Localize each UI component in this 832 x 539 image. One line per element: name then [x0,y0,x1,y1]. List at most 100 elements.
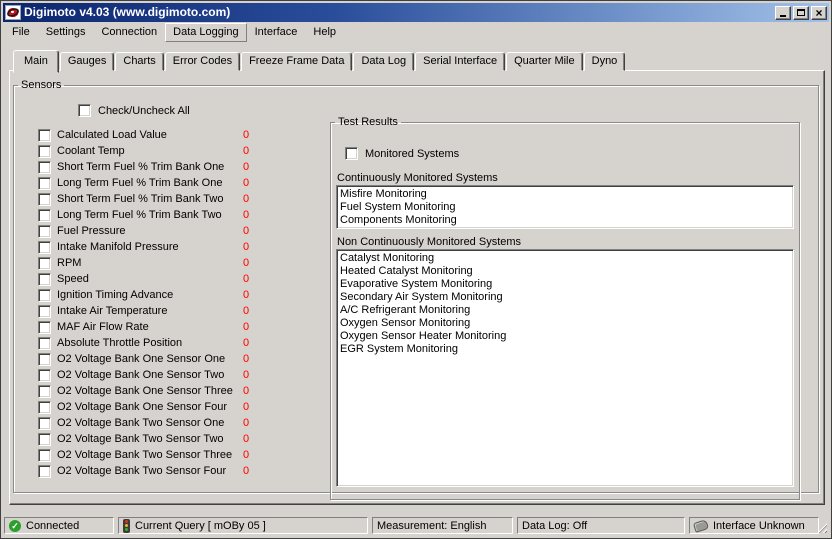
sensor-value: 0 [243,161,249,173]
tab[interactable]: Gauges [60,52,115,71]
sensor-label: Ignition Timing Advance [57,289,173,301]
sensor-checkbox[interactable] [38,209,51,222]
list-item[interactable]: A/C Refrigerant Monitoring [340,304,793,317]
current-query-panel: Current Query [ mOBy 05 ] [118,517,368,534]
tab[interactable]: Data Log [353,52,414,71]
sensor-value: 0 [243,449,249,461]
sensor-checkbox[interactable] [38,193,51,206]
sensor-label: Intake Air Temperature [57,305,167,317]
list-item[interactable]: Catalyst Monitoring [340,252,793,265]
sensor-value: 0 [243,417,249,429]
sensor-checkbox[interactable] [38,417,51,430]
sensor-label: Short Term Fuel % Trim Bank Two [57,193,223,205]
list-item[interactable]: Oxygen Sensor Monitoring [340,317,793,330]
sensor-value: 0 [243,225,249,237]
measurement-text: Measurement: English [377,520,486,532]
menu-item[interactable]: Connection [93,23,165,42]
minimize-button[interactable] [775,6,791,20]
tab[interactable]: Freeze Frame Data [241,52,352,71]
tab[interactable]: Main [13,50,59,73]
tab[interactable]: Quarter Mile [506,52,583,71]
sensor-value: 0 [243,465,249,477]
sensor-checkbox[interactable] [38,129,51,142]
sensor-value: 0 [243,369,249,381]
menu-bar: FileSettingsConnectionData LoggingInterf… [3,22,829,42]
list-item[interactable]: Secondary Air System Monitoring [340,291,793,304]
sensors-legend: Sensors [18,79,64,91]
sensor-label: Long Term Fuel % Trim Bank One [57,177,222,189]
datalog-panel: Data Log: Off [517,517,685,534]
sensor-checkbox[interactable] [38,401,51,414]
list-item[interactable]: Fuel System Monitoring [340,201,793,214]
sensor-checkbox[interactable] [38,177,51,190]
list-item[interactable]: Oxygen Sensor Heater Monitoring [340,330,793,343]
list-item[interactable]: Evaporative System Monitoring [340,278,793,291]
sensor-label: O2 Voltage Bank Two Sensor Two [57,433,224,445]
sensor-checkbox[interactable] [38,449,51,462]
sensor-checkbox[interactable] [38,161,51,174]
non-continuous-systems-listbox[interactable]: Catalyst MonitoringHeated Catalyst Monit… [336,249,794,487]
sensor-checkbox[interactable] [38,241,51,254]
status-bar: ✓ Connected Current Query [ mOBy 05 ] Me… [3,516,829,536]
traffic-light-icon [123,519,130,533]
sensor-checkbox[interactable] [38,257,51,270]
close-button[interactable]: × [811,6,827,20]
tab[interactable]: Charts [115,52,163,71]
sensor-value: 0 [243,257,249,269]
digimoto-logo-icon[interactable] [5,5,21,20]
sensor-checkbox[interactable] [38,385,51,398]
menu-item[interactable]: Help [305,23,344,42]
monitored-systems-checkbox[interactable] [345,147,358,160]
sensor-value: 0 [243,177,249,189]
sensor-label: O2 Voltage Bank One Sensor One [57,353,225,365]
tab[interactable]: Error Codes [165,52,240,71]
maximize-button[interactable] [793,6,809,20]
sensor-checkbox[interactable] [38,225,51,238]
sensor-label: RPM [57,257,81,269]
plug-icon [693,519,709,533]
sensor-value: 0 [243,289,249,301]
title-bar: Digimoto v4.03 (www.digimoto.com) × [3,3,829,22]
sensor-value: 0 [243,145,249,157]
menu-item[interactable]: Interface [247,23,306,42]
check-uncheck-all-checkbox[interactable] [78,104,91,117]
sensor-checkbox[interactable] [38,273,51,286]
list-item[interactable]: EGR System Monitoring [340,343,793,356]
sensor-label: O2 Voltage Bank One Sensor Three [57,385,233,397]
sensor-label: Intake Manifold Pressure [57,241,179,253]
sensor-checkbox[interactable] [38,289,51,302]
connection-status-text: Connected [26,520,79,532]
sensor-checkbox[interactable] [38,465,51,478]
sensor-label: O2 Voltage Bank One Sensor Four [57,401,227,413]
list-item[interactable]: Components Monitoring [340,214,793,227]
sensor-checkbox[interactable] [38,337,51,350]
sensor-value: 0 [243,129,249,141]
continuous-systems-listbox[interactable]: Misfire MonitoringFuel System Monitoring… [336,185,794,229]
current-query-text: Current Query [ mOBy 05 ] [135,520,266,532]
sensors-groupbox: Sensors Check/Uncheck All Calculated Loa… [13,79,819,493]
test-results-legend: Test Results [335,116,401,128]
sensor-checkbox[interactable] [38,321,51,334]
check-uncheck-all-label: Check/Uncheck All [98,105,190,117]
sensor-label: Absolute Throttle Position [57,337,182,349]
app-window: Digimoto v4.03 (www.digimoto.com) × File… [0,0,832,539]
tab[interactable]: Dyno [584,52,626,71]
list-item[interactable]: Misfire Monitoring [340,188,793,201]
sensor-checkbox[interactable] [38,353,51,366]
interface-text: Interface Unknown [713,520,805,532]
sensor-value: 0 [243,273,249,285]
sensor-value: 0 [243,337,249,349]
menu-item[interactable]: File [4,23,38,42]
sensor-value: 0 [243,193,249,205]
menu-item[interactable]: Data Logging [165,23,246,42]
connection-status-panel: ✓ Connected [4,517,114,534]
sensor-checkbox[interactable] [38,369,51,382]
non-continuous-systems-label: Non Continuously Monitored Systems [337,236,521,248]
sensor-checkbox[interactable] [38,305,51,318]
menu-item[interactable]: Settings [38,23,94,42]
sensor-checkbox[interactable] [38,433,51,446]
tab[interactable]: Serial Interface [415,52,505,71]
sensor-checkbox[interactable] [38,145,51,158]
list-item[interactable]: Heated Catalyst Monitoring [340,265,793,278]
close-icon: × [815,8,822,18]
